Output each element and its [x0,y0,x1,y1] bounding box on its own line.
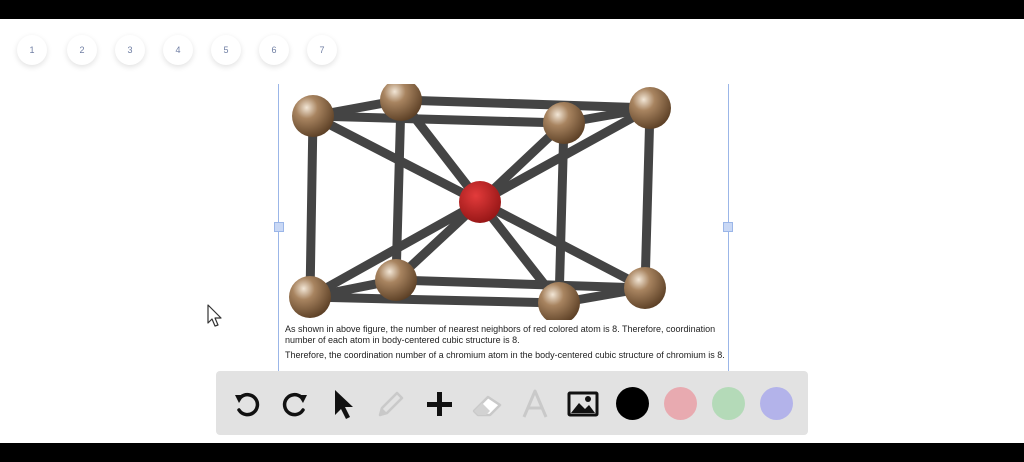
page-button-3[interactable]: 3 [115,35,145,65]
page-button-4[interactable]: 4 [163,35,193,65]
undo-button[interactable] [230,387,264,421]
caption-paragraph-1: As shown in above figure, the number of … [285,324,716,345]
page-button-5[interactable]: 5 [211,35,241,65]
corner-atom [292,95,334,137]
undo-icon [235,392,260,417]
color-swatch-pink[interactable] [664,387,697,420]
page-navigation: 1 2 3 4 5 6 7 [0,30,400,70]
eraser-icon [472,395,502,417]
page-button-2[interactable]: 2 [67,35,97,65]
page-button-6[interactable]: 6 [259,35,289,65]
mouse-cursor-icon [207,304,222,327]
bcc-unit-cell-figure [289,84,671,320]
corner-atom [375,259,417,301]
top-black-bar [0,0,1024,19]
add-button[interactable] [422,387,456,421]
pointer-icon [335,390,353,419]
center-atom [459,181,501,223]
resize-handle-right[interactable] [723,222,733,232]
select-tool-button[interactable] [326,387,360,421]
caption-paragraph-2: Therefore, the coordination number of a … [285,350,725,360]
text-tool-button[interactable] [518,387,552,421]
redo-icon [282,392,307,417]
eraser-tool-button[interactable] [470,387,504,421]
pencil-tool-button[interactable] [374,387,408,421]
bottom-black-bar [0,443,1024,462]
drawing-toolbar [216,371,808,435]
caption-text: As shown in above figure, the number of … [285,324,725,365]
color-swatch-green[interactable] [712,387,745,420]
corner-atom [624,267,666,309]
corner-atom [543,102,585,144]
pencil-icon [378,391,404,417]
color-swatch-black[interactable] [616,387,649,420]
plus-icon [427,392,452,416]
image-icon [567,391,599,417]
page-button-7[interactable]: 7 [307,35,337,65]
corner-atom [629,87,671,129]
color-swatch-lavender[interactable] [760,387,793,420]
redo-button[interactable] [278,387,312,421]
text-icon [522,389,548,418]
image-tool-button[interactable] [566,387,600,421]
corner-atom [289,276,331,318]
page-button-1[interactable]: 1 [17,35,47,65]
